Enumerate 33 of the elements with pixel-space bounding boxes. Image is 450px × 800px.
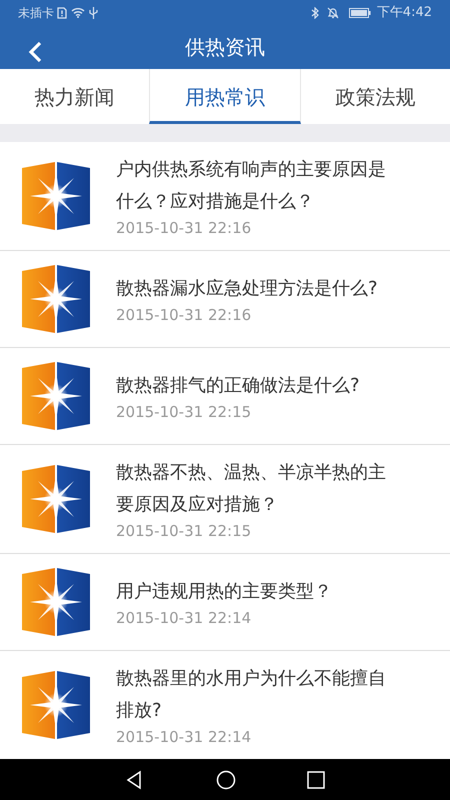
article-date: 2015-10-31 22:16 (116, 218, 252, 238)
logo-icon (20, 566, 92, 638)
page-title: 供热资讯 (185, 34, 265, 62)
article-date: 2015-10-31 22:14 (116, 727, 252, 748)
tab[interactable]: 政策法规 (300, 69, 450, 124)
back-icon (28, 41, 42, 63)
article-title[interactable]: 散热器排气的正确做法是什么? (116, 370, 401, 402)
usb-icon (89, 6, 98, 18)
logo-icon (20, 463, 92, 536)
article-title[interactable]: 户内供热系统有响声的主要原因是什么？应对措施是什么？ (116, 154, 401, 218)
carrier-label: 未插卡 (18, 4, 54, 22)
recents-nav-icon[interactable] (306, 770, 325, 789)
bell-off-icon (326, 6, 339, 18)
article-date: 2015-10-31 22:16 (116, 305, 252, 326)
logo-icon (20, 360, 92, 432)
bluetooth-icon (310, 6, 319, 18)
clock-label: 下午4:42 (376, 4, 432, 22)
tab[interactable]: 用热常识 (149, 69, 301, 124)
battery-icon (348, 8, 371, 18)
logo-icon (20, 160, 92, 232)
article-date: 2015-10-31 22:14 (116, 608, 252, 628)
sim-icon (57, 6, 67, 18)
article-title[interactable]: 散热器里的水用户为什么不能擅自排放? (116, 663, 401, 728)
article-title[interactable]: 散热器不热、温热、半凉半热的主要原因及应对措施？ (116, 457, 401, 522)
article-date: 2015-10-31 22:15 (116, 402, 252, 422)
article-date: 2015-10-31 22:15 (116, 521, 252, 542)
home-nav-icon[interactable] (216, 770, 236, 790)
logo-icon (20, 263, 92, 336)
logo-icon (20, 669, 92, 742)
article-title[interactable]: 散热器漏水应急处理方法是什么? (116, 273, 401, 306)
tab[interactable]: 热力新闻 (0, 69, 150, 124)
article-title[interactable]: 用户违规用热的主要类型？ (116, 576, 401, 608)
wifi-icon (71, 7, 85, 18)
